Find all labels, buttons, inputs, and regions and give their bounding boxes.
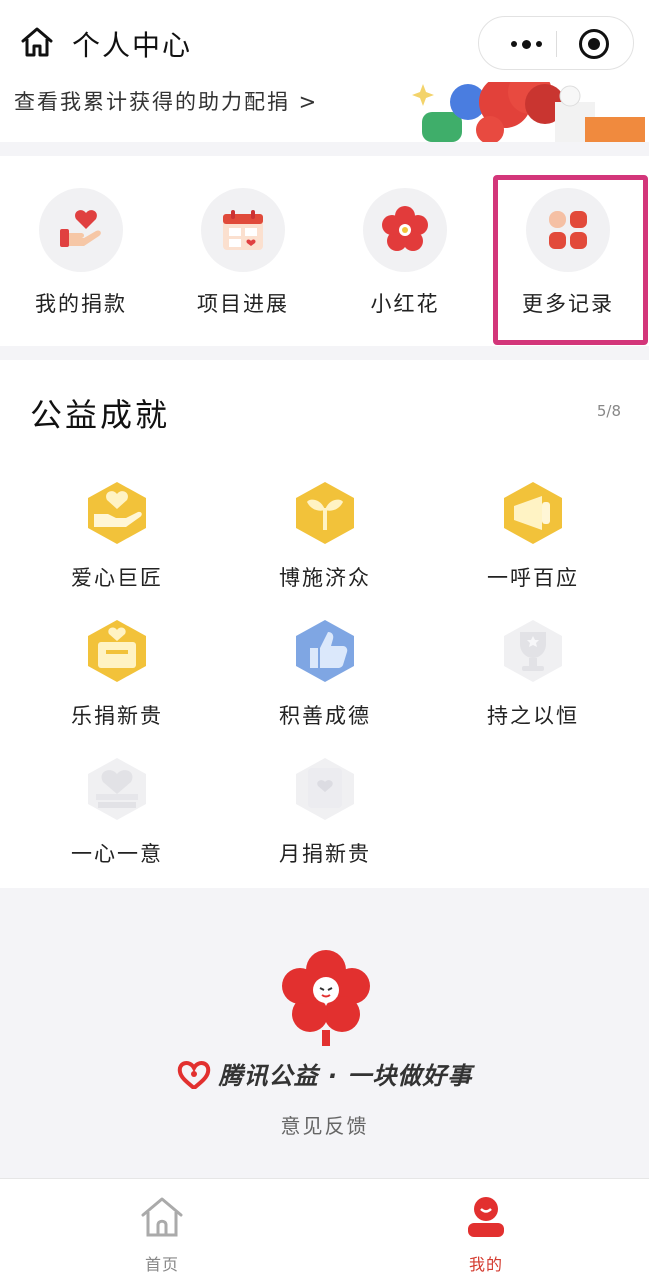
tencent-charity-logo-icon — [177, 1060, 210, 1089]
gold-sprout-badge-icon — [296, 482, 354, 544]
achievements-section: 公益成就 5/8 爱心巨匠 博施济众 一呼百应 乐捐新贵 积善成德 持之以恒 一… — [0, 360, 649, 888]
banner-flower-illustration — [412, 82, 645, 142]
quick-entry-label: 小红花 — [370, 292, 440, 316]
tab-label: 我的 — [468, 1255, 503, 1274]
red-flower-mascot-icon — [282, 950, 370, 1046]
grey-heart-card-badge-icon — [296, 758, 354, 820]
more-dots-icon[interactable] — [497, 17, 555, 71]
donation-banner[interactable]: 查看我累计获得的助力配捐 > — [0, 82, 649, 142]
achievement-name: 一呼百应 — [487, 566, 579, 590]
quick-entry-panel: 我的捐款 项目进展 小红花 更多记录 — [0, 156, 649, 346]
achievement-item[interactable]: 一心一意 — [12, 756, 222, 868]
tab-home[interactable]: 首页 — [102, 1195, 222, 1275]
target-close-icon[interactable] — [579, 29, 609, 59]
brand-slogan: 腾讯公益 · 一块做好事 — [218, 1062, 473, 1090]
page-title: 个人中心 — [72, 29, 193, 62]
highlight-box — [493, 175, 648, 345]
grey-trophy-badge-icon — [504, 620, 562, 682]
quick-entry-project-progress[interactable]: 项目进展 — [162, 188, 324, 318]
achievement-item[interactable]: 乐捐新贵 — [12, 618, 222, 730]
achievement-name: 持之以恒 — [487, 704, 579, 728]
achievements-title: 公益成就 — [30, 396, 171, 434]
achievement-name: 博施济众 — [279, 566, 371, 590]
achievement-item[interactable]: 月捐新贵 — [220, 756, 430, 868]
brand-slogan-row: 腾讯公益 · 一块做好事 — [0, 1056, 649, 1091]
home-icon[interactable] — [20, 26, 54, 58]
quick-entry-label: 项目进展 — [197, 292, 289, 316]
red-flower-icon — [363, 188, 447, 272]
donation-heart-hand-icon — [39, 188, 123, 272]
feedback-link[interactable]: 意见反馈 — [0, 1110, 649, 1139]
blue-thumbs-up-badge-icon — [296, 620, 354, 682]
achievement-item[interactable]: 积善成德 — [220, 618, 430, 730]
achievement-item[interactable]: 持之以恒 — [428, 618, 638, 730]
brand-footer: 腾讯公益 · 一块做好事 意见反馈 — [0, 888, 649, 1178]
tab-label: 首页 — [144, 1255, 179, 1274]
gold-heart-hand-badge-icon — [88, 482, 146, 544]
home-tab-icon — [141, 1197, 183, 1237]
gold-megaphone-badge-icon — [504, 482, 562, 544]
banner-link[interactable]: 查看我累计获得的助力配捐 > — [14, 86, 318, 116]
quick-entry-red-flower[interactable]: 小红花 — [324, 188, 486, 318]
bottom-tab-bar: 首页 我的 — [0, 1178, 649, 1282]
achievement-name: 积善成德 — [279, 704, 371, 728]
achievement-item[interactable]: 一呼百应 — [428, 480, 638, 592]
profile-tab-icon — [468, 1197, 504, 1237]
tab-mine[interactable]: 我的 — [426, 1195, 546, 1275]
achievement-name: 一心一意 — [71, 842, 163, 866]
mini-program-capsule — [478, 16, 634, 70]
achievement-name: 爱心巨匠 — [71, 566, 163, 590]
quick-entry-my-donation[interactable]: 我的捐款 — [0, 188, 162, 318]
achievements-count: 5/8 — [596, 402, 621, 420]
achievement-item[interactable]: 爱心巨匠 — [12, 480, 222, 592]
achievement-item[interactable]: 博施济众 — [220, 480, 430, 592]
capsule-divider — [556, 31, 557, 57]
calendar-icon — [201, 188, 285, 272]
quick-entry-label: 我的捐款 — [35, 292, 127, 316]
top-bar: 个人中心 — [0, 0, 649, 82]
gold-box-heart-badge-icon — [88, 620, 146, 682]
achievement-name: 月捐新贵 — [279, 842, 371, 866]
grey-heart-stack-badge-icon — [88, 758, 146, 820]
achievement-name: 乐捐新贵 — [71, 704, 163, 728]
